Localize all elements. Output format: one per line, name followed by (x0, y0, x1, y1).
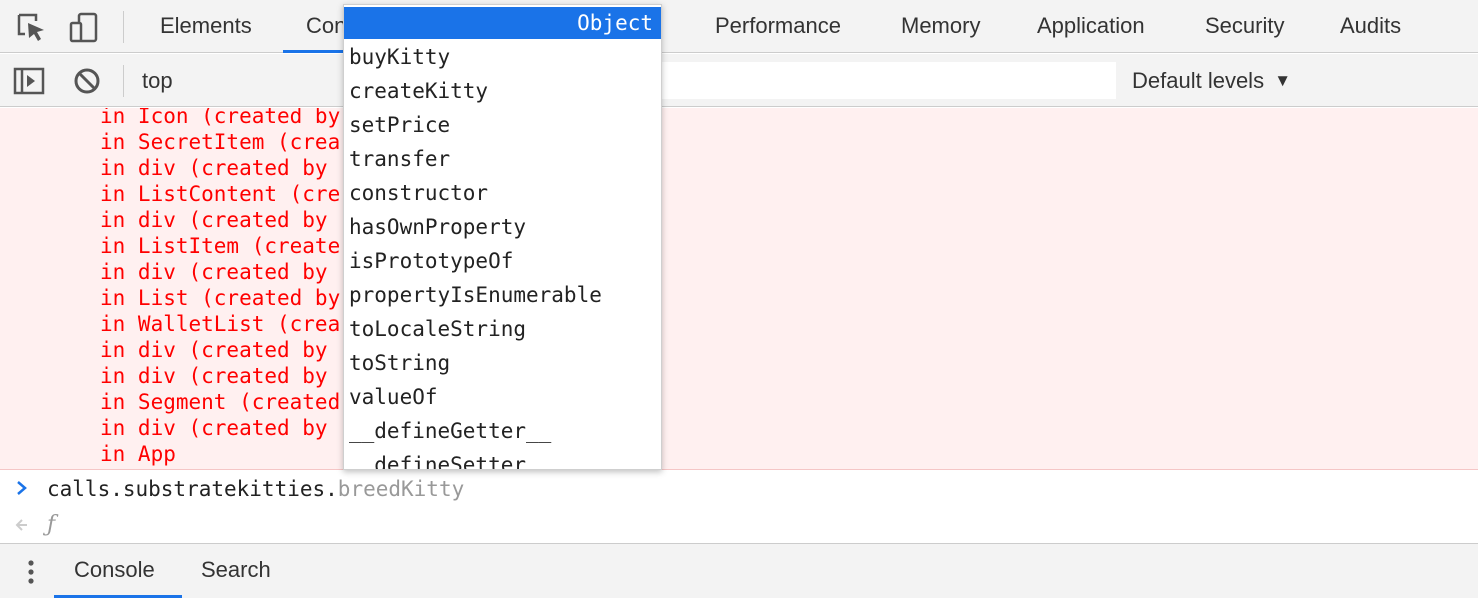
prompt-input[interactable]: calls.substratekitties.breedKitty (47, 474, 464, 504)
prompt-typed-text: calls.substratekitties. (47, 477, 338, 501)
log-levels-dropdown[interactable]: Default levels ▼ (1132, 54, 1291, 107)
toolbar-divider (123, 65, 124, 97)
stack-frame: in ListContent (cre (100, 182, 341, 206)
autocomplete-type-label: Object (577, 11, 653, 35)
autocomplete-popup: breedKitty Object buyKitty createKitty s… (343, 4, 662, 470)
autocomplete-item[interactable]: hasOwnProperty (344, 210, 661, 244)
autocomplete-item[interactable]: buyKitty (344, 40, 661, 74)
autocomplete-item[interactable]: constructor (344, 176, 661, 210)
stack-frame: in div (created by (100, 260, 328, 284)
console-prompt[interactable]: calls.substratekitties.breedKitty (0, 472, 1478, 506)
stack-frame: in div (created by (100, 364, 328, 388)
stack-frame: in WalletList (crea (100, 312, 341, 336)
stack-frame: in Icon (created by (100, 108, 341, 128)
autocomplete-item[interactable]: isPrototypeOf (344, 244, 661, 278)
stack-frame: in App (100, 442, 176, 466)
autocomplete-item[interactable]: propertyIsEnumerable (344, 278, 661, 312)
inspect-element-icon[interactable] (14, 10, 48, 44)
tab-elements[interactable]: Elements (160, 0, 252, 52)
autocomplete-item[interactable]: toString (344, 346, 661, 380)
drawer-tabbar: Console Search (0, 543, 1478, 598)
autocomplete-item[interactable]: transfer (344, 142, 661, 176)
autocomplete-item[interactable]: valueOf (344, 380, 661, 414)
eager-result: ƒ (0, 508, 1478, 542)
tab-audits[interactable]: Audits (1340, 0, 1401, 52)
autocomplete-item[interactable]: toLocaleString (344, 312, 661, 346)
context-selector[interactable]: top (142, 54, 173, 107)
filter-input[interactable] (640, 62, 1116, 99)
tab-performance[interactable]: Performance (715, 0, 841, 52)
result-arrow-icon (15, 519, 27, 531)
more-menu-icon[interactable] (24, 556, 38, 588)
autocomplete-item[interactable]: setPrice (344, 108, 661, 142)
tab-memory[interactable]: Memory (901, 0, 980, 52)
stack-frame: in ListItem (create (100, 234, 341, 258)
stack-frame: in div (created by (100, 338, 328, 362)
device-toolbar-icon[interactable] (67, 10, 101, 44)
clear-console-icon[interactable] (70, 64, 104, 98)
drawer-tab-search[interactable]: Search (201, 544, 271, 598)
devtools-tabbar: Elements Console Performance Memory Appl… (0, 0, 1478, 53)
tab-console[interactable]: Console (306, 0, 346, 52)
stack-frame: in SecretItem (crea (100, 130, 341, 154)
result-value: ƒ (47, 512, 56, 537)
stack-frame: in Segment (created (100, 390, 341, 414)
stack-frame: in div (created by (100, 208, 328, 232)
error-message: in Icon (created by in SecretItem (crea … (0, 108, 1478, 470)
console-toolbar: top Default levels ▼ (0, 54, 1478, 107)
tab-application[interactable]: Application (1037, 0, 1145, 52)
show-sidebar-icon[interactable] (12, 64, 46, 98)
stack-frame: in div (created by (100, 416, 328, 440)
log-levels-label: Default levels (1132, 68, 1265, 93)
active-tab-indicator (283, 50, 345, 53)
dropdown-arrow-icon: ▼ (1274, 71, 1292, 90)
drawer-tab-console[interactable]: Console (74, 544, 155, 598)
tab-security[interactable]: Security (1205, 0, 1284, 52)
stack-frame: in div (created by (100, 156, 328, 180)
toolbar-divider (123, 11, 124, 43)
autocomplete-item-selected[interactable]: breedKitty Object (344, 7, 661, 67)
prompt-chevron-icon (17, 481, 27, 495)
autocomplete-item[interactable]: __defineSetter__ (344, 448, 661, 469)
autocomplete-item[interactable]: __defineGetter__ (344, 414, 661, 448)
stack-frame: in List (created by (100, 286, 341, 310)
prompt-suggestion: breedKitty (337, 477, 465, 501)
autocomplete-item[interactable]: createKitty (344, 74, 661, 108)
